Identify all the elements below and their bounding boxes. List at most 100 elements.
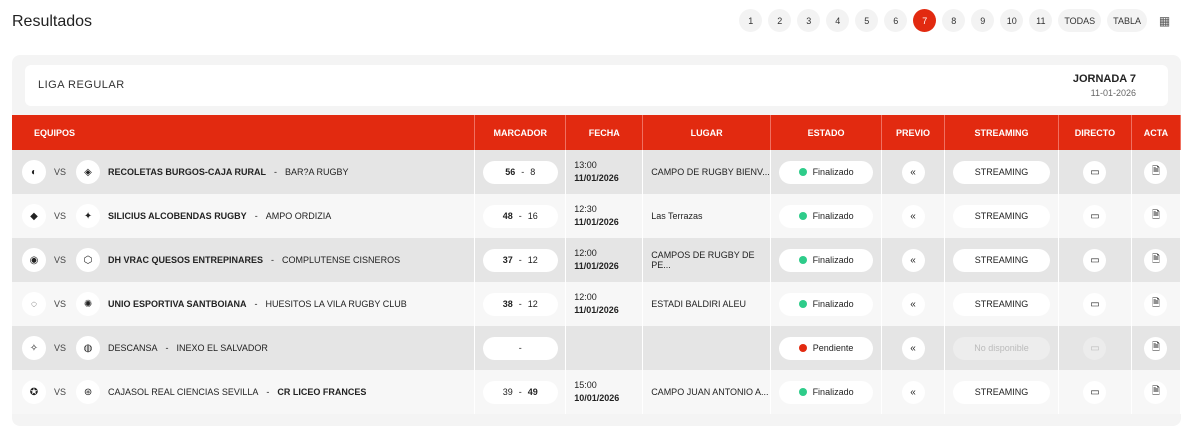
away-score: 16 — [527, 211, 538, 221]
home-score: 38 — [502, 299, 513, 309]
match-row[interactable]: ◆ VS ✦ SILICIUS ALCOBENDAS RUGBY - AMPO … — [12, 194, 1182, 238]
streaming-button[interactable]: STREAMING — [953, 204, 1050, 228]
match-row[interactable]: ◉ VS ⬡ DH VRAC QUESOS ENTREPINARES - COM… — [12, 238, 1182, 282]
home-team-name[interactable]: DH VRAC QUESOS ENTREPINARES — [108, 255, 263, 265]
previo-chevrons-icon[interactable]: « — [901, 292, 925, 316]
pager-item-9[interactable]: 9 — [971, 9, 995, 32]
score-placeholder: - — [518, 343, 522, 353]
document-icon[interactable]: 🗎 — [1144, 204, 1168, 228]
column-header-previo: PREVIO — [881, 115, 946, 150]
match-row[interactable]: ◌ VS ✺ UNIO ESPORTIVA SANTBOIANA - HUESI… — [12, 282, 1182, 326]
match-date: 11/01/2026 — [574, 261, 619, 271]
status-badge: Finalizado — [779, 160, 874, 184]
streaming-button[interactable]: STREAMING — [953, 380, 1050, 404]
away-team-name[interactable]: AMPO ORDIZIA — [266, 211, 332, 221]
match-row[interactable]: ✧ VS ◍ DESCANSA - INEXO EL SALVADOR - Pe… — [12, 326, 1182, 370]
previo-chevrons-icon[interactable]: « — [901, 248, 925, 272]
away-team-logo: ◍ — [76, 336, 101, 360]
document-icon[interactable]: 🗎 — [1144, 248, 1168, 272]
jornada-label: JORNADA 7 — [1072, 73, 1136, 85]
pager-item-1[interactable]: 1 — [739, 9, 763, 32]
pager-item-todas[interactable]: TODAS — [1058, 9, 1102, 32]
home-team-logo: ◐ — [22, 160, 46, 184]
status-label: Finalizado — [812, 299, 854, 309]
match-row[interactable]: ✪ VS ⊛ CAJASOL REAL CIENCIAS SEVILLA - C… — [12, 370, 1182, 414]
column-header-streaming: STREAMING — [944, 115, 1059, 150]
away-team-name[interactable]: CR LICEO FRANCES — [277, 387, 366, 397]
away-team-logo: ◈ — [76, 160, 101, 184]
previo-chevrons-icon[interactable]: « — [901, 160, 925, 184]
status-label: Finalizado — [812, 211, 854, 221]
qr-code-icon[interactable]: ▦ — [1153, 9, 1176, 32]
pager-item-5[interactable]: 5 — [855, 9, 879, 32]
away-team-name[interactable]: BAR?A RUGBY — [285, 167, 349, 177]
away-team-logo: ⊛ — [76, 380, 101, 404]
match-date: 11/01/2026 — [574, 217, 619, 227]
pager-item-10[interactable]: 10 — [1000, 9, 1024, 32]
document-icon[interactable]: 🗎 — [1144, 336, 1168, 360]
status-dot-icon — [798, 168, 807, 176]
status-label: Pendiente — [812, 343, 854, 353]
match-time: 12:00 — [574, 292, 597, 302]
match-time: 12:30 — [574, 204, 597, 214]
away-team-name[interactable]: HUESITOS LA VILA RUGBY CLUB — [266, 299, 407, 309]
match-time: 15:00 — [574, 380, 597, 390]
status-dot-icon — [798, 256, 807, 264]
video-camera-icon[interactable]: ▭ — [1083, 292, 1107, 316]
status-label: Finalizado — [812, 387, 854, 397]
streaming-button[interactable]: STREAMING — [953, 160, 1050, 184]
document-icon[interactable]: 🗎 — [1144, 380, 1168, 404]
video-camera-icon[interactable]: ▭ — [1083, 204, 1107, 228]
home-team-name[interactable]: CAJASOL REAL CIENCIAS SEVILLA — [108, 387, 258, 397]
score-pill: 38-12 — [482, 292, 558, 316]
status-badge: Finalizado — [779, 380, 874, 404]
streaming-button[interactable]: STREAMING — [953, 248, 1050, 272]
status-dot-icon — [798, 300, 807, 308]
home-team-logo: ✧ — [22, 336, 46, 360]
status-dot-icon — [798, 344, 807, 352]
pager-item-11[interactable]: 11 — [1029, 9, 1053, 32]
away-score: 8 — [530, 167, 536, 177]
match-venue: CAMPOS DE RUGBY DE PE... — [642, 238, 772, 282]
status-badge: Finalizado — [779, 204, 874, 228]
streaming-button[interactable]: STREAMING — [953, 292, 1050, 316]
video-camera-icon[interactable]: ▭ — [1083, 248, 1107, 272]
away-team-name[interactable]: COMPLUTENSE CISNEROS — [282, 255, 400, 265]
previo-chevrons-icon[interactable]: « — [901, 336, 925, 360]
pager-item-8[interactable]: 8 — [942, 9, 966, 32]
match-venue: ESTADI BALDIRI ALEU — [642, 282, 772, 326]
column-header-fecha: FECHA — [565, 115, 644, 150]
column-header-lugar: LUGAR — [642, 115, 772, 150]
home-team-name[interactable]: DESCANSA — [108, 343, 158, 353]
status-dot-icon — [798, 212, 807, 220]
away-score: 12 — [527, 299, 538, 309]
pager-item-4[interactable]: 4 — [826, 9, 850, 32]
document-icon[interactable]: 🗎 — [1144, 292, 1168, 316]
pager-item-2[interactable]: 2 — [768, 9, 792, 32]
video-camera-icon[interactable]: ▭ — [1083, 160, 1107, 184]
home-team-name[interactable]: SILICIUS ALCOBENDAS RUGBY — [108, 211, 247, 221]
home-score: 48 — [502, 211, 513, 221]
match-row[interactable]: ◐ VS ◈ RECOLETAS BURGOS-CAJA RURAL - BAR… — [12, 150, 1182, 194]
score-pill: - — [482, 336, 558, 360]
previo-chevrons-icon[interactable]: « — [901, 204, 925, 228]
video-camera-icon[interactable]: ▭ — [1083, 380, 1107, 404]
pager-item-7[interactable]: 7 — [913, 9, 937, 32]
jornada-pager: 1 2 3 4 5 6 7 8 9 10 11 TODAS TABLA ▦ — [739, 9, 1176, 32]
previo-chevrons-icon[interactable]: « — [901, 380, 925, 404]
away-team-logo: ⬡ — [76, 248, 101, 272]
pager-item-tabla[interactable]: TABLA — [1107, 9, 1147, 32]
status-label: Finalizado — [812, 167, 854, 177]
pager-item-6[interactable]: 6 — [884, 9, 908, 32]
home-team-name[interactable]: UNIO ESPORTIVA SANTBOIANA — [108, 299, 247, 309]
home-team-name[interactable]: RECOLETAS BURGOS-CAJA RURAL — [108, 167, 266, 177]
away-team-name[interactable]: INEXO EL SALVADOR — [177, 343, 268, 353]
match-venue — [642, 326, 772, 370]
match-venue: Las Terrazas — [642, 194, 772, 238]
document-icon[interactable]: 🗎 — [1144, 160, 1168, 184]
home-score: 39 — [502, 387, 513, 397]
pager-item-3[interactable]: 3 — [797, 9, 821, 32]
column-header-equipos: EQUIPOS — [12, 115, 476, 150]
home-team-logo: ◉ — [22, 248, 46, 272]
score-pill: 39-49 — [482, 380, 558, 404]
